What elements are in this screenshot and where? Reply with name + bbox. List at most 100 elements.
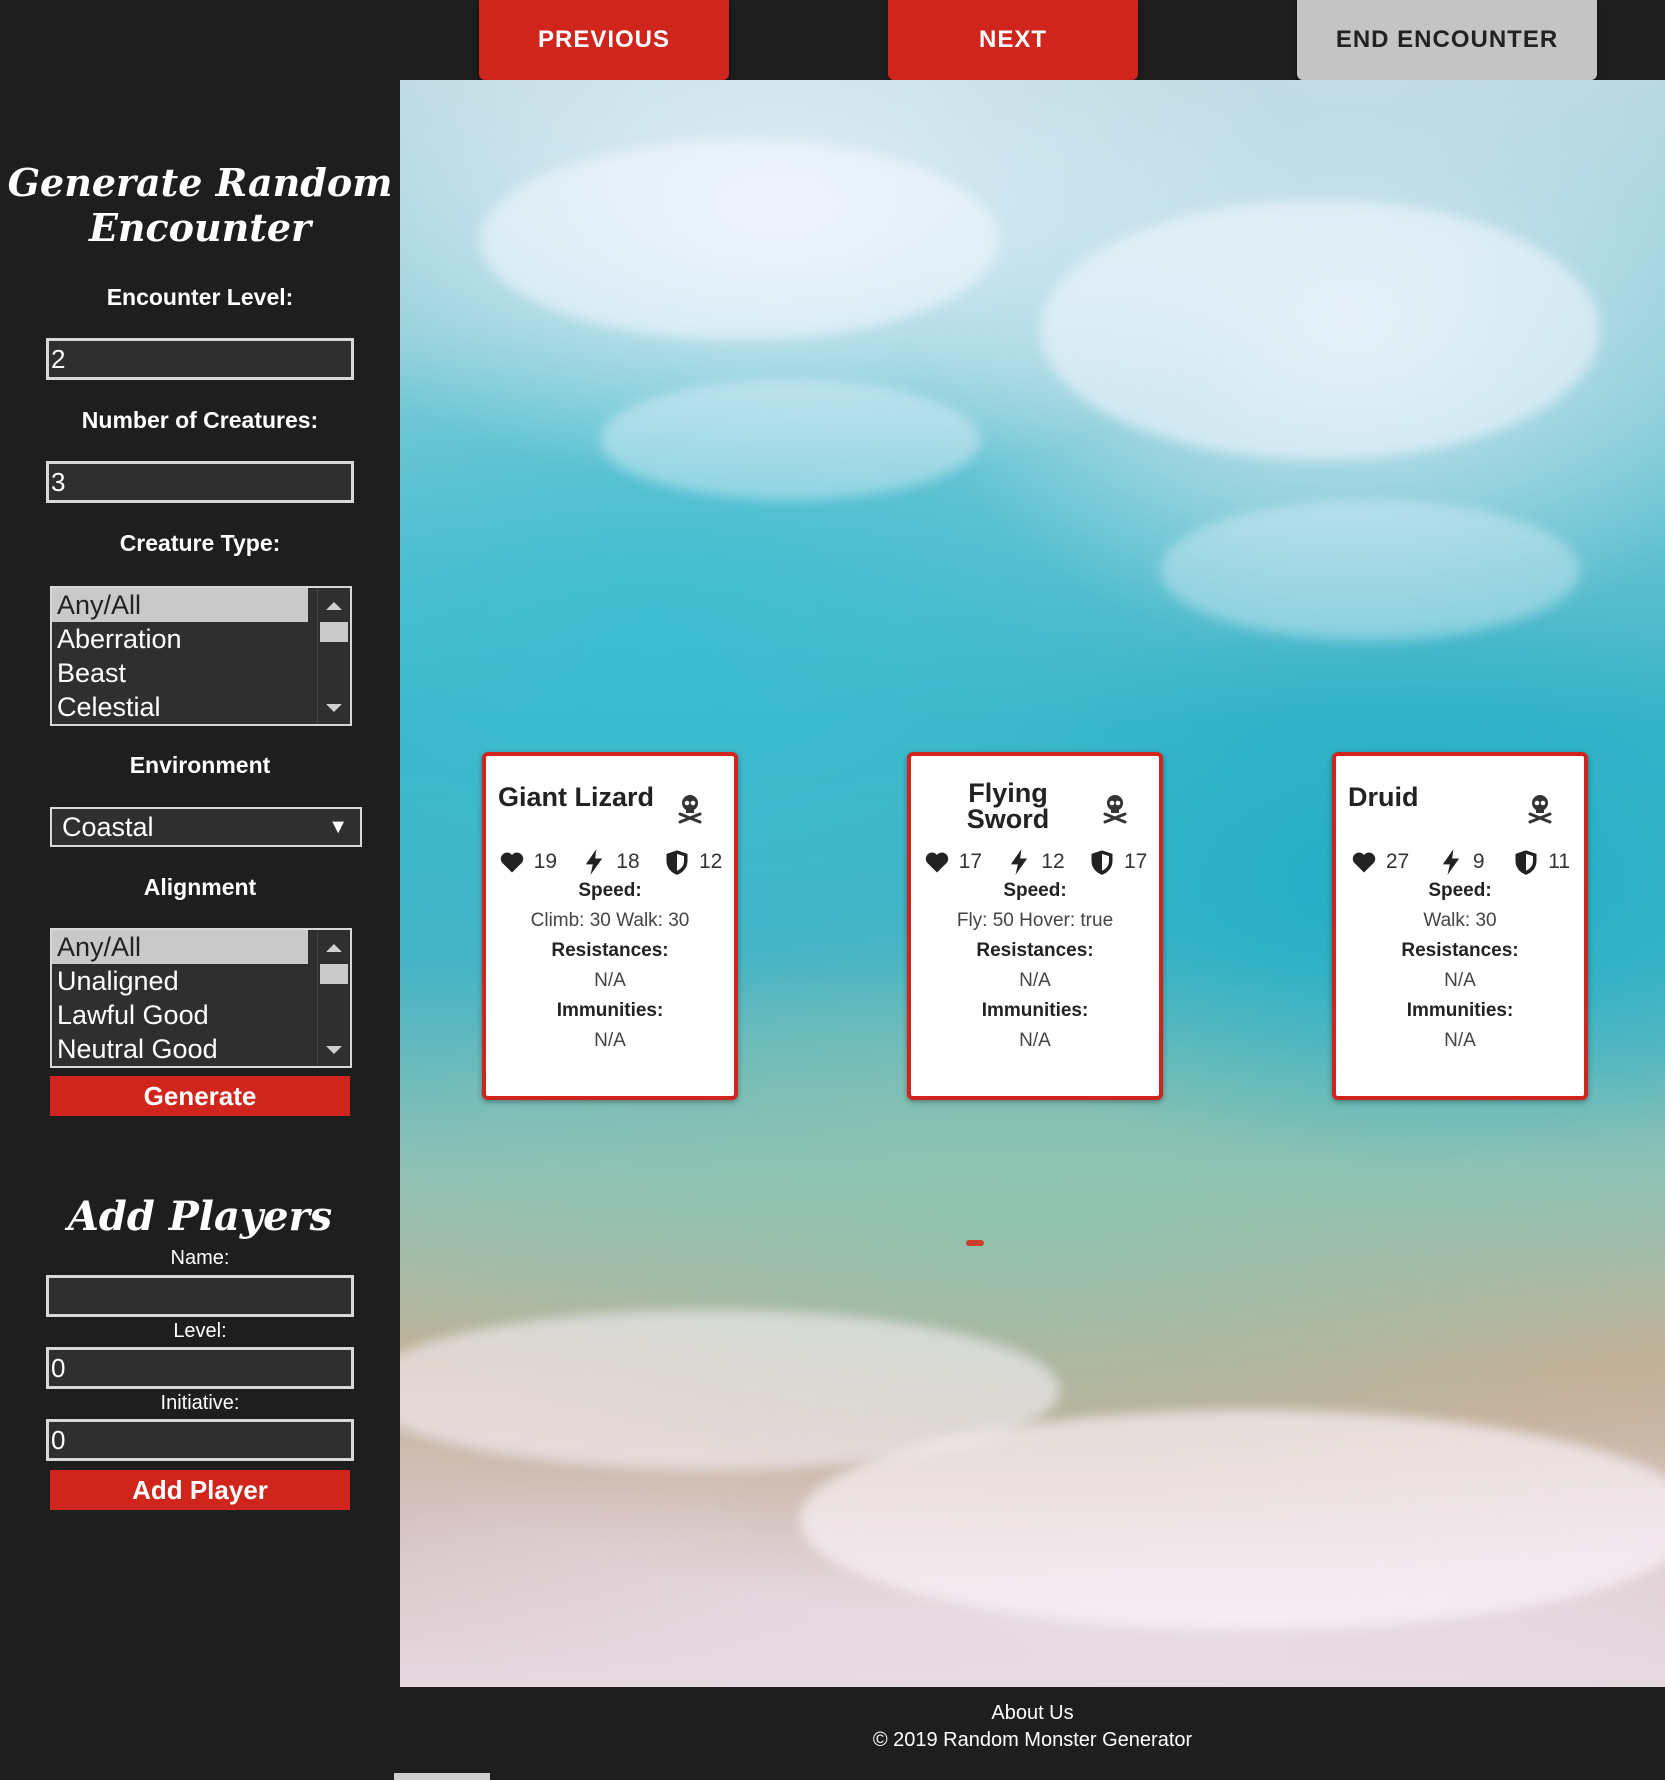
creature-card: Flying Sword 17 12 17 Speed: Fly: 50 Hov… (907, 752, 1163, 1100)
resistances-label: Resistances: (551, 940, 669, 961)
lightning-icon (1442, 849, 1460, 875)
creature-ac: 11 (1548, 850, 1571, 873)
alignment-scrollbar[interactable] (317, 930, 350, 1066)
alignment-option[interactable]: Any/All (52, 930, 308, 964)
previous-button[interactable]: PREVIOUS (479, 0, 729, 80)
generate-title-line1: Generate Random (7, 160, 393, 205)
creature-hp: 27 (1385, 850, 1410, 873)
creature-initiative: 9 (1472, 850, 1485, 873)
immunities-label: Immunities: (556, 1000, 664, 1021)
generate-title: Generate Random Encounter (0, 160, 400, 250)
lightning-icon (1011, 849, 1028, 875)
num-creatures-input[interactable] (46, 461, 354, 503)
immunities-label: Immunities: (981, 1000, 1089, 1021)
creature-name: Flying Sword (923, 778, 1093, 834)
scroll-down-icon[interactable] (326, 704, 342, 712)
generate-title-line2: Encounter (88, 205, 312, 250)
creature-hp: 17 (958, 850, 982, 873)
alignment-label: Alignment (143, 874, 257, 900)
skull-icon[interactable] (1526, 792, 1554, 824)
creature-ac: 12 (698, 850, 723, 873)
heart-icon (500, 852, 523, 873)
resistances-value: N/A (594, 970, 626, 991)
creature-initiative: 12 (1041, 850, 1065, 873)
resistances-value: N/A (1444, 970, 1476, 991)
shield-icon (1515, 850, 1537, 875)
speed-value: Walk: 30 (1423, 910, 1497, 931)
immunities-value: N/A (1444, 1030, 1476, 1051)
encounter-level-label: Encounter Level: (106, 284, 294, 310)
creature-stats: 17 12 17 (911, 846, 1159, 878)
scroll-up-icon[interactable] (326, 602, 342, 610)
alignment-option[interactable]: Lawful Good (52, 998, 308, 1032)
creature-card: Giant Lizard 19 18 12 Speed: Climb: 30 W… (482, 752, 738, 1100)
creature-name: Druid (1348, 782, 1419, 812)
about-us-link[interactable]: About Us (400, 1700, 1665, 1727)
alignment-option[interactable]: Neutral Good (52, 1032, 308, 1066)
creature-name-line2: Sword (966, 804, 1050, 834)
end-encounter-button[interactable]: END ENCOUNTER (1297, 0, 1597, 80)
creature-stats: 27 9 11 (1336, 846, 1584, 878)
speed-label: Speed: (578, 880, 642, 901)
creature-name: Giant Lizard (498, 782, 655, 812)
add-players-title: Add Players (67, 1193, 333, 1240)
shield-icon (666, 850, 688, 875)
creature-hp: 19 (533, 850, 557, 873)
environment-label: Environment (129, 752, 271, 778)
next-button[interactable]: NEXT (888, 0, 1138, 80)
player-initiative-input[interactable] (46, 1419, 354, 1461)
environment-select-value: Coastal (62, 812, 154, 842)
creature-stats: 19 18 12 (486, 846, 734, 878)
player-name-input[interactable] (46, 1275, 354, 1317)
scroll-down-icon[interactable] (326, 1046, 342, 1054)
player-level-label: Level: (173, 1320, 227, 1342)
generate-button[interactable]: Generate (50, 1076, 350, 1116)
creature-type-option[interactable]: Celestial (52, 690, 308, 724)
creature-type-label: Creature Type: (119, 530, 281, 556)
immunities-value: N/A (594, 1030, 626, 1051)
scroll-thumb[interactable] (320, 622, 348, 642)
scroll-thumb[interactable] (320, 964, 348, 984)
heart-icon (925, 852, 948, 873)
encounter-level-input[interactable] (46, 338, 354, 380)
speed-value: Climb: 30 Walk: 30 (530, 910, 690, 931)
immunities-value: N/A (1019, 1030, 1051, 1051)
creature-details: Speed: Climb: 30 Walk: 30 Resistances: N… (486, 876, 734, 1056)
resistances-label: Resistances: (976, 940, 1094, 961)
immunities-label: Immunities: (1406, 1000, 1514, 1021)
environment-select[interactable]: Coastal ▼ (50, 807, 362, 847)
resistances-value: N/A (1019, 970, 1051, 991)
creature-details: Speed: Walk: 30 Resistances: N/A Immunit… (1336, 876, 1584, 1056)
footer: About Us © 2019 Random Monster Generator (400, 1700, 1665, 1754)
sidebar: Generate Random Encounter Encounter Leve… (0, 0, 400, 1780)
shield-icon (1091, 850, 1113, 875)
alignment-option[interactable]: Unaligned (52, 964, 308, 998)
creature-details: Speed: Fly: 50 Hover: true Resistances: … (911, 876, 1159, 1056)
creature-type-option[interactable]: Aberration (52, 622, 308, 656)
swimmer (966, 1240, 984, 1246)
chevron-down-icon[interactable]: ▼ (328, 809, 348, 845)
copyright-text: © 2019 Random Monster Generator (872, 1729, 1193, 1751)
creature-type-listbox[interactable]: Any/All Aberration Beast Celestial (50, 586, 352, 726)
player-initiative-label: Initiative: (160, 1392, 240, 1414)
scroll-up-icon[interactable] (326, 944, 342, 952)
player-level-input[interactable] (46, 1347, 354, 1389)
creature-type-option[interactable]: Beast (52, 656, 308, 690)
heart-icon (1352, 852, 1376, 873)
player-name-label: Name: (170, 1247, 230, 1269)
creature-type-option[interactable]: Any/All (52, 588, 308, 622)
add-player-button[interactable]: Add Player (50, 1470, 350, 1510)
creature-type-scrollbar[interactable] (317, 588, 350, 724)
creature-initiative: 18 (616, 850, 640, 873)
skull-icon[interactable] (676, 792, 704, 824)
speed-value: Fly: 50 Hover: true (956, 910, 1114, 931)
creature-ac: 17 (1123, 850, 1148, 873)
lightning-icon (586, 849, 603, 875)
skull-icon[interactable] (1101, 792, 1129, 824)
num-creatures-label: Number of Creatures: (81, 407, 319, 433)
alignment-listbox[interactable]: Any/All Unaligned Lawful Good Neutral Go… (50, 928, 352, 1068)
creature-card: Druid 27 9 11 Speed: Walk: 30 Resistance… (1332, 752, 1588, 1100)
speed-label: Speed: (1428, 880, 1492, 901)
scroll-indicator (394, 1773, 490, 1780)
creature-name-line1: Flying (968, 778, 1048, 808)
